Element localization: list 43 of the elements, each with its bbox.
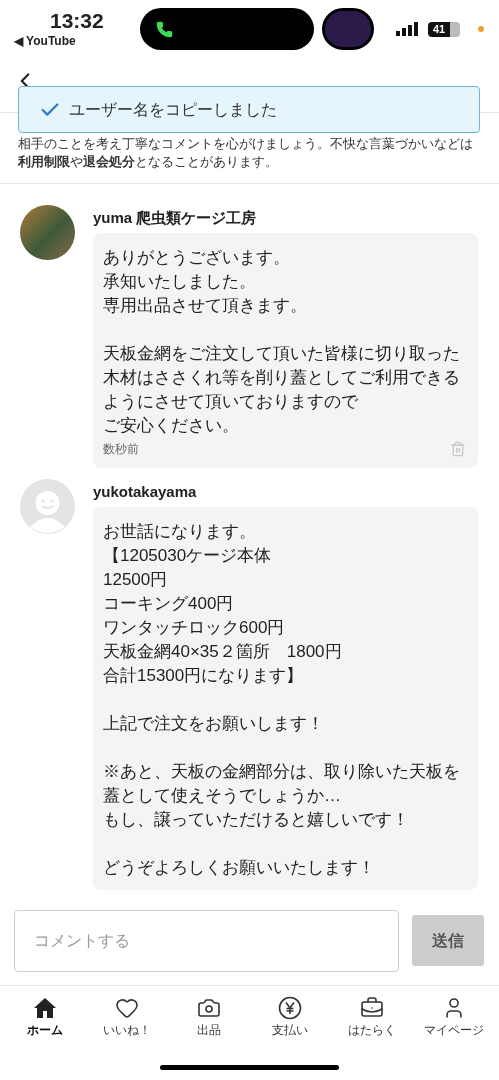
commenter-name[interactable]: yuma 爬虫類ケージ工房	[93, 208, 478, 228]
comment-line: もし、譲っていただけると嬉しいです！	[103, 809, 410, 831]
comment-line: 12500円	[103, 569, 169, 591]
signal-icon	[396, 22, 420, 36]
comment-line: ワンタッチロック600円	[103, 617, 286, 639]
home-icon	[32, 996, 57, 1020]
comment-line: 天板金網をご注文して頂いた皆様に切り取った	[103, 343, 461, 365]
comment-line: 蓋として使えそうでしょうか…	[103, 785, 342, 807]
comment-line: 専用出品させて頂きます。	[103, 295, 308, 317]
avatar-photo[interactable]	[20, 205, 75, 260]
comment-line: ようにさせて頂いておりますので	[103, 391, 359, 413]
status-time: 13:32	[50, 9, 104, 33]
comment-line: どうぞよろしくお願いいたします！	[103, 857, 376, 879]
media-thumbnail[interactable]	[322, 8, 374, 50]
comment-line: 上記で注文をお願いします！	[103, 713, 325, 735]
briefcase-icon	[360, 996, 385, 1020]
comment-line: ※あと、天板の金網部分は、取り除いた天板を	[103, 761, 461, 783]
tab-bar-item[interactable]: 支払い	[249, 996, 332, 1042]
comment-line: 合計15300円になります】	[103, 665, 305, 687]
phone-icon	[156, 20, 173, 38]
comment-line: 天板金網40×35２箇所 1800円	[103, 641, 343, 663]
heart-icon	[114, 996, 139, 1020]
call-pill[interactable]	[140, 8, 314, 50]
comment-line: 承知いたしました。	[103, 271, 257, 293]
comment-line: コーキング400円	[103, 593, 235, 615]
commenter-name[interactable]: yukotakayama	[93, 482, 478, 502]
comment-line: 木材はささくれ等を削り蓋としてご利用できる	[103, 367, 461, 389]
tab-bar-item[interactable]: いいね！	[85, 996, 168, 1042]
comment-line: ありがとうございます。	[103, 247, 291, 269]
tab-bar-item[interactable]: マイページ	[413, 996, 495, 1042]
camera-icon	[196, 996, 221, 1020]
yen-icon	[278, 996, 303, 1020]
comment-line: ご安心ください。	[103, 415, 240, 437]
tab-bar-item[interactable]: ホーム	[4, 996, 86, 1042]
comment-time: 数秒前	[103, 441, 139, 458]
tab-bar-item[interactable]: 出品	[167, 996, 250, 1042]
comment-line: 【1205030ケージ本体	[103, 545, 273, 567]
back-to-app-link[interactable]: ◀ YouTube	[14, 33, 76, 49]
battery-indicator: 41	[428, 21, 461, 37]
tab-bar-item[interactable]: はたらく	[331, 996, 414, 1042]
comment-line: お世話になります。	[103, 521, 257, 543]
toast-message: ユーザー名をコピーしました	[69, 99, 277, 120]
comment-guidelines: 相手のことを考え丁寧なコメントを心がけましょう。不快な言葉づかいなどは利用制限や退会処分となることがあります。	[17, 136, 474, 171]
